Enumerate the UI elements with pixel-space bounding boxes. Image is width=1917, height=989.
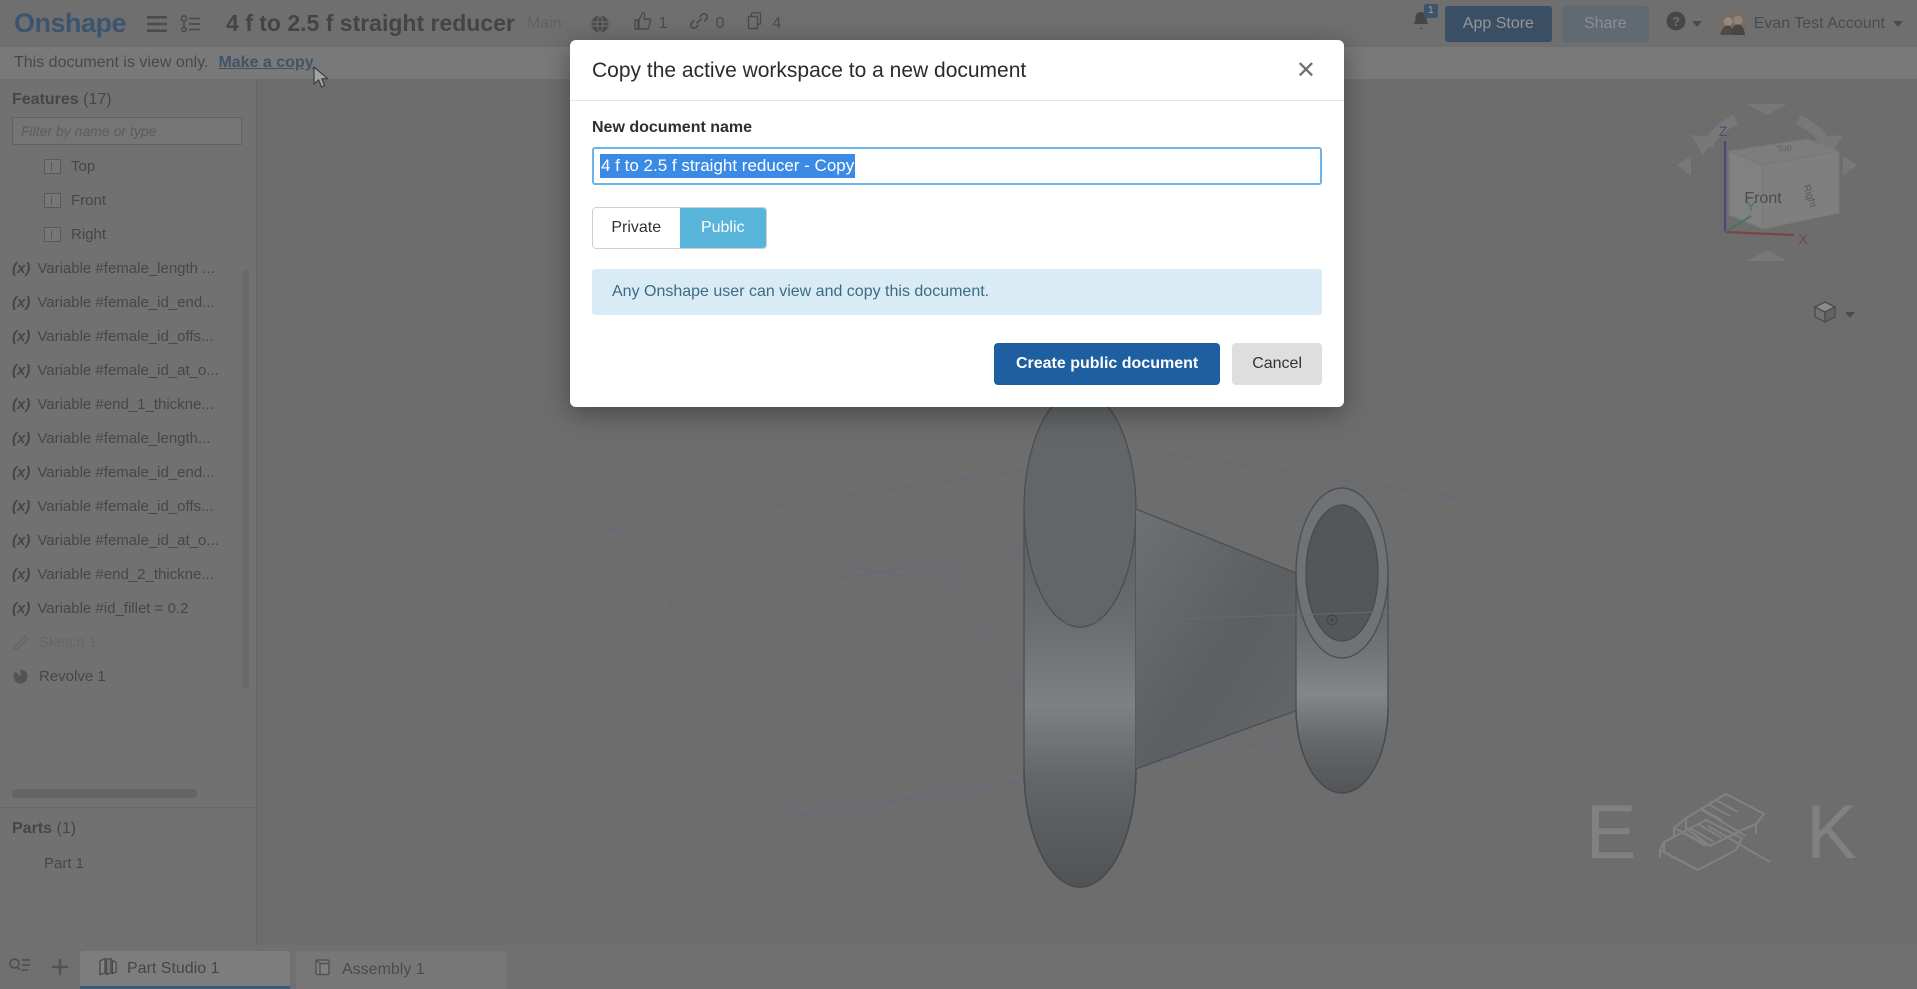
- new-document-name-label: New document name: [592, 119, 753, 136]
- new-document-name-input[interactable]: 4 f to 2.5 f straight reducer - Copy: [592, 147, 1322, 185]
- dialog-body: New document name 4 f to 2.5 f straight …: [570, 101, 1344, 321]
- create-public-document-button[interactable]: Create public document: [993, 343, 1221, 385]
- visibility-toggle-group: Private Public: [592, 207, 767, 249]
- copy-workspace-dialog: Copy the active workspace to a new docum…: [570, 40, 1344, 407]
- visibility-public-button[interactable]: Public: [679, 208, 766, 248]
- dialog-footer: Create public document Cancel: [570, 321, 1344, 407]
- dialog-header: Copy the active workspace to a new docum…: [570, 40, 1344, 101]
- onshape-app: Onshape 4 f to 2.5 f straight reducer Ma…: [0, 0, 1917, 989]
- visibility-info-message: Any Onshape user can view and copy this …: [592, 269, 1322, 315]
- close-icon[interactable]: ✕: [1290, 58, 1322, 84]
- visibility-private-button[interactable]: Private: [593, 208, 680, 248]
- dialog-title: Copy the active workspace to a new docum…: [592, 59, 1027, 82]
- new-document-name-value: 4 f to 2.5 f straight reducer - Copy: [600, 154, 856, 178]
- cancel-button[interactable]: Cancel: [1232, 343, 1322, 385]
